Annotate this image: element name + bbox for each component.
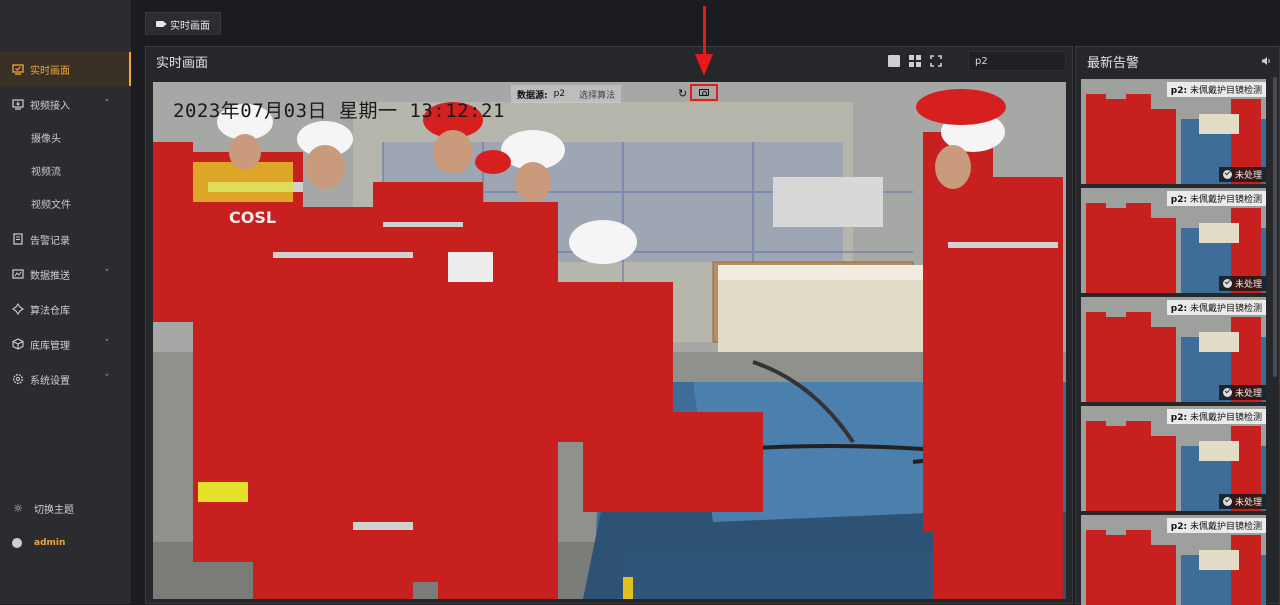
sidebar-item-label: 系统设置: [30, 375, 70, 387]
tab-live-view[interactable]: 实时画面: [145, 12, 221, 35]
sidebar-subitem-video-stream[interactable]: 视频流: [0, 154, 131, 186]
username: admin: [34, 538, 66, 548]
alert-camera: p2:: [1170, 195, 1188, 205]
video-timestamp: 2023年07月03日 星期一 13:12:21: [173, 100, 505, 122]
fullscreen-icon[interactable]: [930, 55, 942, 67]
chevron-down-icon: ˅: [104, 269, 110, 279]
camera-icon: [699, 89, 709, 96]
theme-switch-button[interactable]: ☼ 切换主题: [0, 493, 131, 523]
alert-card[interactable]: p2: 未佩戴护目镜检测 未处理: [1081, 406, 1266, 511]
panel-title: 实时画面: [156, 55, 209, 71]
alert-tag: p2: 未佩戴护目镜检测: [1166, 82, 1266, 97]
sidebar-item-system-settings[interactable]: 系统设置 ˅: [0, 362, 131, 396]
sidebar-item-live-view[interactable]: 实时画面: [0, 52, 131, 86]
monitor-icon: [12, 63, 24, 75]
speaker-icon[interactable]: [1261, 56, 1271, 66]
alert-camera: p2:: [1170, 413, 1188, 423]
refresh-icon[interactable]: ↻: [678, 87, 687, 100]
top-bar: 实时画面: [0, 0, 1280, 46]
snapshot-button[interactable]: [690, 84, 718, 101]
sidebar-subitem-camera[interactable]: 摄像头: [0, 121, 131, 153]
video-frame: COSL: [153, 82, 1066, 599]
sidebar-item-label: 数据推送: [30, 270, 70, 282]
check-circle-icon: [1222, 388, 1232, 397]
sidebar-item-label: 告警记录: [30, 235, 70, 247]
gear-icon: [12, 373, 24, 385]
alert-tag: p2: 未佩戴护目镜检测: [1166, 191, 1266, 206]
alert-card[interactable]: p2: 未佩戴护目镜检测 未处理: [1081, 297, 1266, 402]
sidebar-item-label: 视频接入: [30, 100, 70, 112]
svg-text:COSL: COSL: [229, 208, 276, 227]
check-circle-icon: [1222, 497, 1232, 506]
alert-camera: p2:: [1170, 522, 1188, 532]
check-circle-icon: [1222, 279, 1232, 288]
tab-label: 实时画面: [170, 20, 210, 32]
sun-icon: ☼: [13, 501, 23, 515]
status-badge: 未处理: [1218, 167, 1266, 182]
sidebar-item-label: 底库管理: [30, 340, 70, 352]
status-text: 未处理: [1234, 498, 1262, 508]
alerts-scrollbar[interactable]: [1273, 77, 1277, 377]
video-input-icon: [12, 98, 24, 110]
sidebar-subitem-video-file[interactable]: 视频文件: [0, 187, 131, 219]
alert-message: 未佩戴护目镜检测: [1189, 304, 1262, 314]
user-menu[interactable]: admin: [0, 528, 131, 558]
sidebar-item-video-input[interactable]: 视频接入 ˄: [0, 87, 131, 121]
sidebar-item-library-management[interactable]: 底库管理 ˅: [0, 327, 131, 361]
logo-area: [0, 0, 131, 46]
sidebar: 实时画面 视频接入 ˄ 摄像头 视频流 视频文件 告警记录 数据推送 ˅ 算法仓…: [0, 46, 131, 604]
sidebar-item-algorithm-store[interactable]: 算法仓库: [0, 292, 131, 326]
chevron-up-icon: ˄: [104, 99, 110, 109]
alert-camera: p2:: [1170, 86, 1188, 96]
alerts-title: 最新告警: [1087, 55, 1140, 71]
single-view-icon[interactable]: [888, 55, 900, 67]
theme-switch-label: 切换主题: [34, 504, 74, 516]
alert-tag: p2: 未佩戴护目镜检测: [1166, 300, 1266, 315]
video-camera-icon: [156, 21, 167, 27]
algorithm-icon: [12, 303, 24, 315]
live-view-panel: 实时画面 p2 COSL 2023年07月03日 星期一 13:12:21 数据…: [145, 46, 1073, 604]
sidebar-item-label: 实时画面: [30, 65, 70, 77]
grid-view-icon[interactable]: [909, 55, 921, 67]
alert-camera: p2:: [1170, 304, 1188, 314]
status-text: 未处理: [1234, 171, 1262, 181]
alert-card[interactable]: p2: 未佩戴护目镜检测: [1081, 515, 1266, 605]
data-source-value[interactable]: p2: [554, 89, 565, 99]
data-push-icon: [12, 268, 24, 280]
avatar: [12, 538, 22, 548]
cube-icon: [12, 338, 24, 350]
status-badge: 未处理: [1218, 276, 1266, 291]
alert-message: 未佩戴护目镜检测: [1189, 195, 1262, 205]
status-text: 未处理: [1234, 389, 1262, 399]
channel-selector[interactable]: p2: [968, 51, 1066, 71]
data-source-label: 数据源:: [517, 90, 548, 101]
annotation-arrow-head: [695, 54, 713, 76]
video-overlay-toolbar: 数据源: p2 选择算法: [511, 85, 622, 103]
status-text: 未处理: [1234, 280, 1262, 290]
algorithm-select[interactable]: 选择算法: [579, 88, 615, 101]
layout-controls: [888, 55, 942, 67]
alert-message: 未佩戴护目镜检测: [1189, 86, 1262, 96]
alerts-header: 最新告警: [1076, 47, 1279, 75]
alert-card[interactable]: p2: 未佩戴护目镜检测 未处理: [1081, 188, 1266, 293]
latest-alerts-panel: 最新告警 p2: 未佩戴护目镜检测 未处理 p2: 未佩戴护目镜检测 未处理 p…: [1075, 46, 1280, 605]
alert-tag: p2: 未佩戴护目镜检测: [1166, 518, 1266, 533]
alert-tag: p2: 未佩戴护目镜检测: [1166, 409, 1266, 424]
alert-message: 未佩戴护目镜检测: [1189, 522, 1262, 532]
chevron-down-icon: ˅: [104, 374, 110, 384]
annotation-arrow-line: [703, 6, 706, 56]
alert-card[interactable]: p2: 未佩戴护目镜检测 未处理: [1081, 79, 1266, 184]
check-circle-icon: [1222, 170, 1232, 179]
sidebar-item-alarm-records[interactable]: 告警记录: [0, 222, 131, 256]
sidebar-item-label: 算法仓库: [30, 305, 70, 317]
status-badge: 未处理: [1218, 494, 1266, 509]
sidebar-item-data-push[interactable]: 数据推送 ˅: [0, 257, 131, 291]
document-icon: [12, 233, 24, 245]
video-player[interactable]: COSL 2023年07月03日 星期一 13:12:21 数据源: p2 选择…: [153, 82, 1066, 599]
alert-message: 未佩戴护目镜检测: [1189, 413, 1262, 423]
status-badge: 未处理: [1218, 385, 1266, 400]
chevron-down-icon: ˅: [104, 339, 110, 349]
